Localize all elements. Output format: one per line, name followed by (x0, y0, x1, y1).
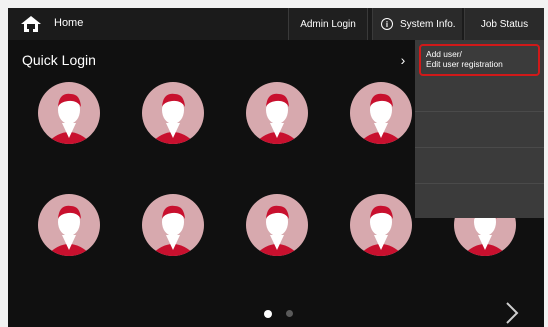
user-avatar-icon (150, 93, 196, 144)
menu-item-empty (415, 112, 544, 148)
page-dot (286, 310, 293, 317)
next-page-chevron-right-icon[interactable] (502, 300, 522, 326)
user-avatar-icon (46, 205, 92, 256)
user-avatar-8[interactable] (350, 194, 412, 256)
user-avatar-7[interactable] (246, 194, 308, 256)
system-info-menu: Add user/ Edit user registration (415, 40, 544, 218)
user-avatar-icon (254, 93, 300, 144)
menu-item-label-line1: Add user/ (426, 49, 462, 59)
menu-item-empty (415, 76, 544, 112)
user-avatar-6[interactable] (142, 194, 204, 256)
page-title: Quick Login (22, 52, 96, 68)
user-avatar-icon (46, 93, 92, 144)
chevron-right-icon[interactable]: › (396, 52, 410, 72)
job-status-button[interactable]: Job Status (464, 8, 544, 40)
user-avatar-icon (150, 205, 196, 256)
menu-item-empty (415, 148, 544, 184)
job-status-label: Job Status (480, 18, 529, 30)
admin-login-button[interactable]: Admin Login (288, 8, 368, 40)
home-button[interactable]: Home (8, 8, 98, 40)
menu-item-add-edit-user[interactable]: Add user/ Edit user registration (419, 44, 540, 76)
system-info-label: System Info. (400, 18, 456, 30)
user-avatar-2[interactable] (142, 82, 204, 144)
system-info-button[interactable]: i System Info. (372, 8, 462, 40)
user-avatar-icon (358, 205, 404, 256)
home-icon (21, 16, 41, 32)
user-avatar-1[interactable] (38, 82, 100, 144)
user-avatar-icon (254, 205, 300, 256)
menu-item-label: Add user/ Edit user registration (426, 49, 503, 69)
info-icon: i (381, 18, 393, 30)
admin-login-label: Admin Login (300, 18, 356, 30)
user-avatar-5[interactable] (38, 194, 100, 256)
menu-item-empty (415, 184, 544, 220)
menu-item-label-line2: Edit user registration (426, 59, 503, 69)
page-dot-active (264, 310, 272, 318)
user-avatar-3[interactable] (246, 82, 308, 144)
user-avatar-4[interactable] (350, 82, 412, 144)
user-avatar-icon (358, 93, 404, 144)
screen: Home Admin Login i System Info. Job Stat… (8, 8, 544, 327)
home-label: Home (54, 17, 84, 29)
top-bar: Home Admin Login i System Info. Job Stat… (8, 8, 544, 40)
